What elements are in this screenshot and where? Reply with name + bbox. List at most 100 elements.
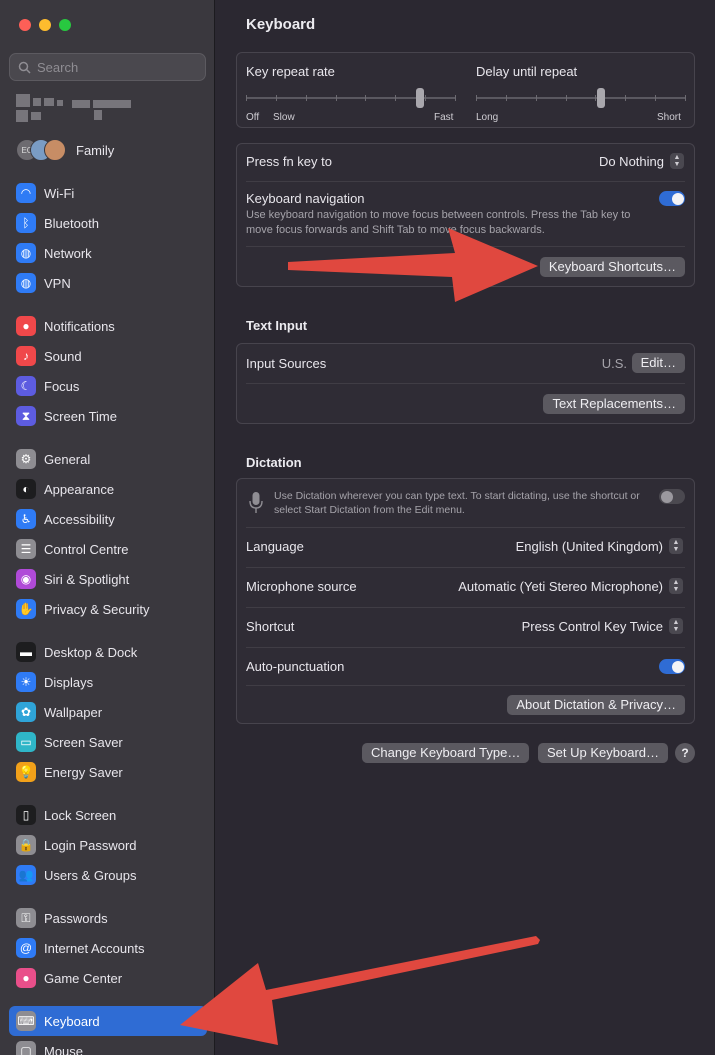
sidebar-item-network[interactable]: ◍ Network: [9, 238, 207, 268]
dictation-heading: Dictation: [246, 455, 302, 470]
speaker-icon: ♪: [16, 346, 36, 366]
sidebar-item-internet-accounts[interactable]: @ Internet Accounts: [9, 933, 207, 963]
slider-tick: [655, 95, 656, 101]
family-avatars: EC: [16, 139, 66, 161]
sidebar-item-desktop-and-dock[interactable]: ▬ Desktop & Dock: [9, 637, 207, 667]
sidebar-item-label: Displays: [44, 674, 94, 690]
moon-icon: ☾: [16, 376, 36, 396]
sidebar-group: ◠ Wi-Fi ᛒ Bluetooth ◍ Network ◍ VPN: [9, 178, 207, 298]
sidebar-item-bluetooth[interactable]: ᛒ Bluetooth: [9, 208, 207, 238]
language-popup[interactable]: English (United Kingdom) ▲ ▼: [516, 538, 683, 554]
close-window-button[interactable]: [19, 19, 31, 31]
globe-icon: ◍: [16, 243, 36, 263]
sidebar-item-appearance[interactable]: ◐ Appearance: [9, 474, 207, 504]
auto-punctuation-label: Auto-punctuation: [246, 659, 345, 674]
change-keyboard-type-button[interactable]: Change Keyboard Type…: [362, 743, 530, 763]
sidebar-item-energy-saver[interactable]: 💡 Energy Saver: [9, 757, 207, 787]
search-field[interactable]: [9, 53, 206, 81]
popup-chevron-icon: ▲ ▼: [670, 153, 684, 169]
divider: [246, 383, 685, 384]
search-icon: [18, 61, 31, 74]
slider-tick: [365, 95, 366, 101]
family-item[interactable]: EC Family: [16, 139, 114, 161]
sidebar-item-label: Siri & Spotlight: [44, 571, 130, 587]
help-button[interactable]: ?: [675, 743, 695, 763]
slider-thumb[interactable]: [597, 88, 605, 108]
sidebar-item-displays[interactable]: ☀ Displays: [9, 667, 207, 697]
divider: [246, 246, 685, 247]
appearance-icon: ◐: [16, 479, 36, 499]
sidebar-item-accessibility[interactable]: ♿ Accessibility: [9, 504, 207, 534]
sidebar: EC Family ◠ Wi-Fi ᛒ Bluetooth ◍ Network ◍ VPN ● N…: [0, 0, 215, 1055]
delay-until-repeat-slider[interactable]: [476, 86, 686, 110]
popup-chevron-icon: ▲ ▼: [669, 578, 683, 594]
dictation-toggle[interactable]: [659, 489, 685, 504]
sidebar-item-control-centre[interactable]: ☰ Control Centre: [9, 534, 207, 564]
apple-account-avatar-redacted[interactable]: [16, 94, 131, 122]
sidebar-item-general[interactable]: ⚙ General: [9, 444, 207, 474]
sidebar-item-label: General: [44, 451, 91, 467]
divider: [246, 647, 685, 648]
auto-punctuation-toggle[interactable]: [659, 659, 685, 674]
bluetooth-icon: ᛒ: [16, 213, 36, 233]
sidebar-item-notifications[interactable]: ● Notifications: [9, 311, 207, 341]
screen-saver-icon: ▭: [16, 732, 36, 752]
key-repeat-slider[interactable]: [246, 86, 456, 110]
sidebar-item-users-and-groups[interactable]: 👥 Users & Groups: [9, 860, 207, 890]
microphone-source-popup[interactable]: Automatic (Yeti Stereo Microphone) ▲ ▼: [458, 578, 683, 594]
sidebar-nav: ◠ Wi-Fi ᛒ Bluetooth ◍ Network ◍ VPN ● Notificatio…: [9, 178, 207, 1055]
sidebar-item-passwords[interactable]: ⚿ Passwords: [9, 903, 207, 933]
search-input[interactable]: [37, 59, 187, 75]
microphone-source-label: Microphone source: [246, 579, 357, 594]
keyboard-shortcuts-button[interactable]: Keyboard Shortcuts…: [539, 257, 685, 277]
bell-icon: ●: [16, 316, 36, 336]
popup-chevron-icon: ▲ ▼: [669, 538, 683, 554]
sidebar-item-siri-and-spotlight[interactable]: ◉ Siri & Spotlight: [9, 564, 207, 594]
sidebar-item-label: VPN: [44, 275, 71, 291]
sidebar-item-keyboard[interactable]: ⌨ Keyboard: [9, 1006, 207, 1036]
sidebar-item-label: Login Password: [44, 837, 137, 853]
sidebar-item-label: Screen Saver: [44, 734, 123, 750]
edit-input-sources-button[interactable]: Edit…: [631, 353, 685, 373]
sidebar-item-lock-screen[interactable]: ▯ Lock Screen: [9, 800, 207, 830]
sidebar-item-label: Desktop & Dock: [44, 644, 138, 660]
fn-key-popup[interactable]: Do Nothing ▲ ▼: [599, 153, 684, 169]
sidebar-item-focus[interactable]: ☾ Focus: [9, 371, 207, 401]
sidebar-item-screen-time[interactable]: ⧗ Screen Time: [9, 401, 207, 431]
minimize-window-button[interactable]: [39, 19, 51, 31]
sidebar-item-label: Energy Saver: [44, 764, 123, 780]
key-repeat-slow-label: Slow: [273, 112, 295, 123]
sidebar-item-game-center[interactable]: ● Game Center: [9, 963, 207, 993]
sidebar-item-label: Control Centre: [44, 541, 129, 557]
keyboard-navigation-toggle[interactable]: [659, 191, 685, 206]
users-icon: 👥: [16, 865, 36, 885]
sidebar-item-wi-fi[interactable]: ◠ Wi-Fi: [9, 178, 207, 208]
set-up-keyboard-button[interactable]: Set Up Keyboard…: [538, 743, 669, 763]
sidebar-item-label: Users & Groups: [44, 867, 137, 883]
sidebar-item-label: Bluetooth: [44, 215, 99, 231]
sidebar-item-mouse[interactable]: ▢ Mouse: [9, 1036, 207, 1055]
keyboard-settings-pane: Keyboard Key repeat rate Off Slow Fast D…: [216, 0, 715, 1055]
text-replacements-button[interactable]: Text Replacements…: [543, 394, 685, 414]
sidebar-group: ⚙ General ◐ Appearance ♿ Accessibility ☰ Contro…: [9, 444, 207, 624]
slider-tick: [425, 95, 426, 101]
divider: [246, 527, 685, 528]
lock-icon: 🔒: [16, 835, 36, 855]
sidebar-item-wallpaper[interactable]: ✿ Wallpaper: [9, 697, 207, 727]
sidebar-item-screen-saver[interactable]: ▭ Screen Saver: [9, 727, 207, 757]
sidebar-item-privacy-and-security[interactable]: ✋ Privacy & Security: [9, 594, 207, 624]
slider-tick: [595, 95, 596, 101]
delay-long-label: Long: [476, 112, 499, 123]
sidebar-group: ▯ Lock Screen 🔒 Login Password 👥 Users & Grou…: [9, 800, 207, 890]
shortcut-popup[interactable]: Press Control Key Twice ▲ ▼: [522, 618, 683, 634]
vpn-globe-icon: ◍: [16, 273, 36, 293]
family-avatar: [44, 139, 66, 161]
slider-thumb[interactable]: [416, 88, 424, 108]
divider: [246, 567, 685, 568]
about-dictation-privacy-button[interactable]: About Dictation & Privacy…: [507, 695, 685, 715]
accessibility-icon: ♿: [16, 509, 36, 529]
sidebar-item-sound[interactable]: ♪ Sound: [9, 341, 207, 371]
zoom-window-button[interactable]: [59, 19, 71, 31]
sidebar-item-vpn[interactable]: ◍ VPN: [9, 268, 207, 298]
sidebar-item-login-password[interactable]: 🔒 Login Password: [9, 830, 207, 860]
